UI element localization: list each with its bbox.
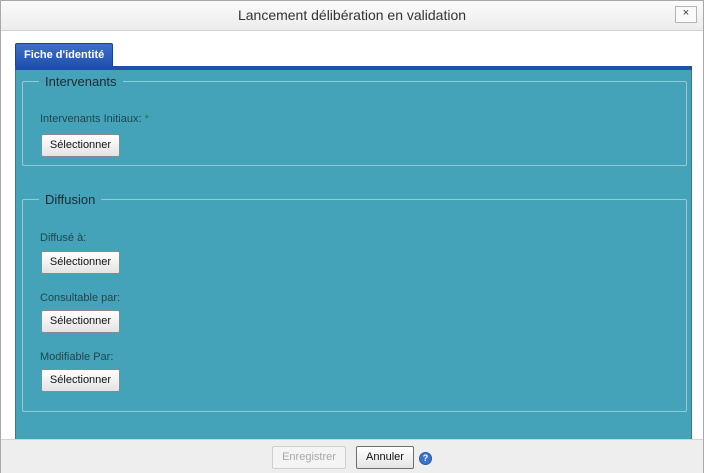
modifiable-par-label: Modifiable Par: (40, 351, 114, 363)
select-diffuse-a-button[interactable]: Sélectionner (41, 251, 120, 274)
diffusion-group: Diffusion Diffusé à: Sélectionner Consul… (22, 192, 687, 412)
dialog-content: Fiche d'identité Intervenants Intervenan… (1, 31, 703, 439)
close-button[interactable]: × (675, 6, 697, 23)
intervenants-initiaux-label: Intervenants Initiaux: * (40, 113, 149, 125)
dialog-title: Lancement délibération en validation (237, 7, 467, 23)
tab-panel: Intervenants Intervenants Initiaux: * Sé… (15, 70, 692, 439)
select-consultable-par-button[interactable]: Sélectionner (41, 310, 120, 333)
dialog: Lancement délibération en validation × F… (0, 0, 704, 473)
diffusion-legend: Diffusion (45, 192, 96, 207)
required-mark: * (144, 113, 149, 125)
tab-fiche-identite[interactable]: Fiche d'identité (15, 43, 114, 68)
intervenants-legend: Intervenants (45, 74, 117, 89)
save-button[interactable]: Enregistrer (272, 446, 346, 469)
consultable-par-label: Consultable par: (40, 292, 121, 304)
dialog-footer: Enregistrer Annuler ? (1, 439, 703, 473)
select-intervenants-initiaux-button[interactable]: Sélectionner (41, 134, 120, 157)
intervenants-group: Intervenants Intervenants Initiaux: * Sé… (22, 74, 687, 166)
intervenants-initiaux-label-text: Intervenants Initiaux: (40, 113, 142, 125)
cancel-button[interactable]: Annuler (356, 446, 414, 469)
select-modifiable-par-button[interactable]: Sélectionner (41, 369, 120, 392)
diffuse-a-label: Diffusé à: (40, 232, 87, 244)
help-icon[interactable]: ? (419, 452, 432, 465)
dialog-titlebar: Lancement délibération en validation × (1, 1, 703, 31)
